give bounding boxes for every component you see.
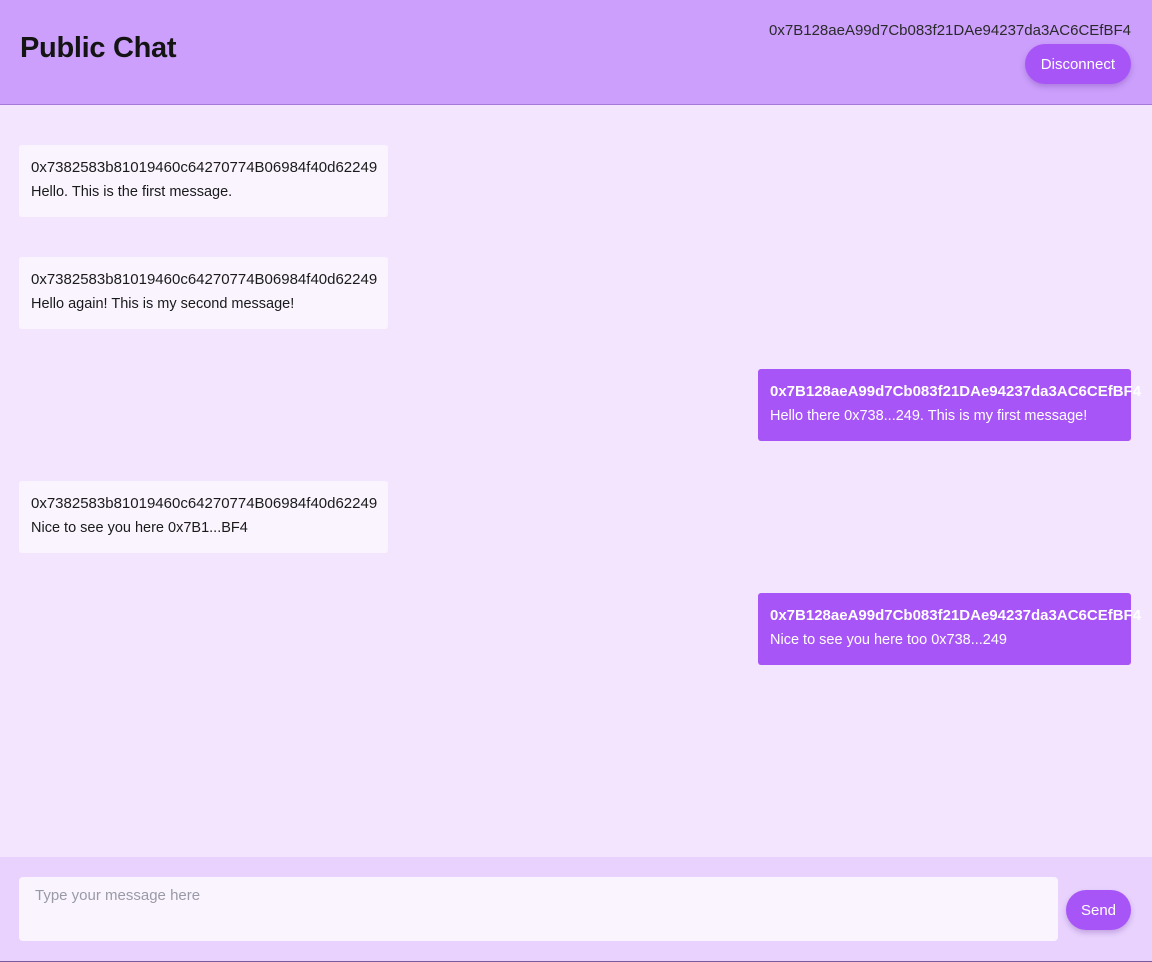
send-button[interactable]: Send (1066, 890, 1131, 930)
message-sender: 0x7B128aeA99d7Cb083f21DAe94237da3AC6CEfB… (770, 607, 1142, 624)
header-bar: Public Chat 0x7B128aeA99d7Cb083f21DAe942… (0, 0, 1152, 105)
message-input[interactable] (19, 877, 1058, 941)
message-bubble: 0x7382583b81019460c64270774B06984f40d622… (19, 145, 388, 217)
message-text: Hello there 0x738...249. This is my firs… (770, 408, 1088, 424)
message-sender: 0x7382583b81019460c64270774B06984f40d622… (31, 159, 378, 176)
message-bubble: 0x7382583b81019460c64270774B06984f40d622… (19, 481, 388, 553)
message-sender: 0x7382583b81019460c64270774B06984f40d622… (31, 495, 378, 512)
message-sender: 0x7382583b81019460c64270774B06984f40d622… (31, 271, 378, 288)
message-list: 0x7382583b81019460c64270774B06984f40d622… (0, 105, 1152, 857)
message-text: Nice to see you here too 0x738...249 (770, 632, 1007, 648)
own-message-bubble: 0x7B128aeA99d7Cb083f21DAe94237da3AC6CEfB… (758, 369, 1142, 441)
wallet-address: 0x7B128aeA99d7Cb083f21DAe94237da3AC6CEfB… (769, 22, 1131, 39)
chat-app: Public Chat 0x7B128aeA99d7Cb083f21DAe942… (0, 0, 1152, 962)
page-title: Public Chat (20, 32, 177, 64)
disconnect-button[interactable]: Disconnect (1024, 44, 1131, 84)
message-text: Hello. This is the first message. (31, 184, 233, 200)
own-message-bubble: 0x7B128aeA99d7Cb083f21DAe94237da3AC6CEfB… (758, 593, 1142, 665)
message-bubble: 0x7382583b81019460c64270774B06984f40d622… (19, 257, 388, 329)
message-composer: Send (0, 857, 1152, 962)
message-text: Hello again! This is my second message! (31, 296, 295, 312)
message-sender: 0x7B128aeA99d7Cb083f21DAe94237da3AC6CEfB… (770, 383, 1142, 400)
message-text: Nice to see you here 0x7B1...BF4 (31, 520, 248, 536)
